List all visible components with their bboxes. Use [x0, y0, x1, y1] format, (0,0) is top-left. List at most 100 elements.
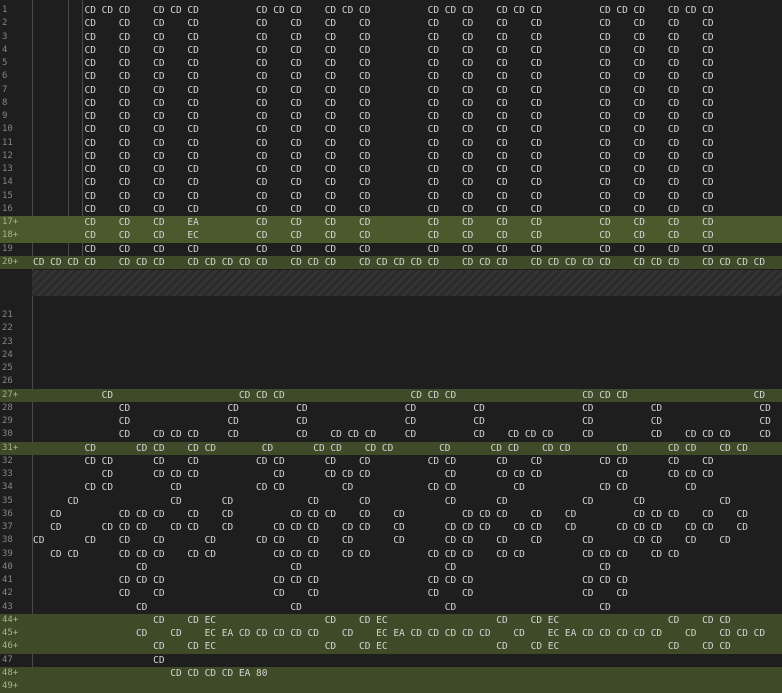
line-content: CD CD CD CD CD CD CD CD CD CD CD CD CD C… [33, 58, 714, 69]
line-content: CD CD CD CD CD CD CD CD CD CD CD CD CD C… [33, 31, 714, 43]
editor-line[interactable]: 43 CD CD CD CD [0, 601, 782, 614]
editor-line[interactable]: 31+ CD CD CD CD CD CD CD CD CD CD CD CD … [0, 441, 782, 455]
editor-line[interactable]: 21 [0, 309, 782, 322]
editor-line[interactable]: 38 CD CD CD CD CD CD CD CD CD CD CD CD CD… [0, 534, 782, 547]
line-content: CD CD CD CD CD CD CD CD CD CD CD CD CD C… [33, 124, 714, 136]
line-number: 12 [2, 150, 13, 161]
line-number: 3 [2, 31, 8, 42]
line-content: CD CD CD CD CD CD CD CD CD CD CD CD CD C… [33, 455, 714, 467]
editor-line[interactable]: 34 CD CD CD CD CD CD CD CD CD CD CD CD [0, 481, 782, 494]
editor-line[interactable]: 29 CD CD CD CD CD CD CD CD [0, 415, 782, 428]
editor-line[interactable]: 41 CD CD CD CD CD CD CD CD CD CD CD CD [0, 574, 782, 587]
editor-line[interactable]: 16 CD CD CD CD CD CD CD CD CD CD CD CD C… [0, 203, 782, 216]
editor-line[interactable]: 2 CD CD CD CD CD CD CD CD CD CD CD CD CD… [0, 17, 782, 30]
editor-line[interactable]: 17+ CD CD CD EA CD CD CD CD CD CD CD CD … [0, 216, 782, 230]
editor-line[interactable]: 5 CD CD CD CD CD CD CD CD CD CD CD CD CD… [0, 57, 782, 70]
line-number: 46+ [2, 641, 19, 652]
editor-line[interactable]: 8 CD CD CD CD CD CD CD CD CD CD CD CD CD… [0, 97, 782, 110]
editor-line[interactable]: 22 [0, 322, 782, 335]
editor-line[interactable]: 32 CD CD CD CD CD CD CD CD CD CD CD CD C… [0, 455, 782, 468]
line-content: CD CD CD CD CD CD CD CD CD CD CD CD [33, 575, 628, 586]
line-number: 7 [2, 84, 8, 95]
editor-line[interactable]: 27+ CD CD CD CD CD CD CD CD CD CD CD [0, 388, 782, 402]
line-content: CD CD EC CD CD EC CD CD EC CD CD CD [33, 641, 731, 653]
line-content: CD CD CD CD CD CD CD CD CD CD CD CD CD C… [33, 190, 714, 202]
editor-line[interactable]: 24 [0, 349, 782, 362]
line-content: CD CD CD CD CD CD CD CD CD CD CD CD CD C… [33, 150, 714, 162]
line-content: CD CD CD CD CD CD CD CD CD CD CD CD CD C… [33, 177, 714, 189]
line-content: CD CD CD CD CD CD CD CD CD CD CD CD CD C… [33, 469, 714, 480]
editor-line[interactable]: 15 CD CD CD CD CD CD CD CD CD CD CD CD C… [0, 190, 782, 203]
line-number: 48+ [2, 667, 19, 678]
line-number: 17+ [2, 217, 19, 227]
editor-line[interactable]: 13 CD CD CD CD CD CD CD CD CD CD CD CD C… [0, 163, 782, 176]
line-number: 44+ [2, 614, 19, 625]
editor-line[interactable]: 3 CD CD CD CD CD CD CD CD CD CD CD CD CD… [0, 31, 782, 44]
editor-line[interactable]: 46+ CD CD EC CD CD EC CD CD EC CD CD CD [0, 640, 782, 654]
line-number: 30 [2, 429, 13, 440]
editor-line[interactable]: 11 CD CD CD CD CD CD CD CD CD CD CD CD C… [0, 137, 782, 150]
editor-line[interactable]: 39 CD CD CD CD CD CD CD CD CD CD CD CD C… [0, 548, 782, 561]
editor-line[interactable]: 42 CD CD CD CD CD CD CD CD [0, 587, 782, 600]
line-content: CD CD CD CD CD CD CD CD [33, 402, 771, 414]
line-number: 23 [2, 336, 13, 347]
line-content: CD CD CD CD [33, 561, 611, 573]
line-content: CD CD CD CD CD CD CD CD CD CD CD CD CD C… [33, 442, 748, 454]
editor-line[interactable]: 20+ CD CD CD CD CD CD CD CD CD CD CD CD C… [0, 255, 782, 269]
line-content: CD CD CD CD CD CD CD CD CD CD CD CD CD C… [33, 429, 771, 441]
editor-line[interactable]: 6 CD CD CD CD CD CD CD CD CD CD CD CD CD… [0, 70, 782, 83]
editor-line[interactable]: 9 CD CD CD CD CD CD CD CD CD CD CD CD CD… [0, 110, 782, 123]
line-number: 1 [2, 5, 8, 15]
editor-line[interactable]: 30 CD CD CD CD CD CD CD CD CD CD CD CD C… [0, 428, 782, 441]
editor-line[interactable]: 37 CD CD CD CD CD CD CD CD CD CD CD CD C… [0, 521, 782, 534]
line-content: CD CD EC EA CD CD CD CD CD CD EC EA CD C… [33, 628, 766, 639]
editor-line[interactable]: 36 CD CD CD CD CD CD CD CD CD CD CD CD C… [0, 508, 782, 521]
line-number: 18+ [2, 230, 19, 241]
editor-line[interactable]: 23 [0, 336, 782, 349]
line-number: 42 [2, 588, 13, 599]
line-number: 14 [2, 177, 13, 188]
editor-line[interactable]: 35 CD CD CD CD CD CD CD CD CD CD [0, 495, 782, 508]
line-number: 47 [2, 654, 13, 665]
editor-line[interactable]: 49+ [0, 680, 782, 693]
line-content: CD CD CD CD CD CD CD CD CD CD CD CD [33, 482, 697, 494]
editor-line[interactable]: 33 CD CD CD CD CD CD CD CD CD CD CD CD C… [0, 468, 782, 481]
line-content: CD CD CD CD CD CD CD CD CD CD CD CD CD C… [33, 203, 714, 215]
line-content: CD CD CD CD CD CD CD CD CD CD CD CD CD C… [33, 84, 714, 96]
line-number: 6 [2, 71, 8, 82]
editor-line[interactable]: 25 [0, 362, 782, 375]
line-content: CD CD CD CD CD CD CD CD CD CD CD CD CD C… [33, 111, 714, 122]
line-content: CD CD CD CD CD CD CD CD CD CD CD [33, 389, 766, 401]
editor-line[interactable]: 45+ CD CD EC EA CD CD CD CD CD CD EC EA … [0, 627, 782, 641]
line-number: 25 [2, 363, 13, 373]
editor-line[interactable]: 4 CD CD CD CD CD CD CD CD CD CD CD CD CD… [0, 44, 782, 57]
editor-line[interactable]: 1 CD CD CD CD CD CD CD CD CD CD CD CD CD… [0, 4, 782, 17]
editor-line[interactable]: 28 CD CD CD CD CD CD CD CD [0, 402, 782, 415]
diff-editor[interactable]: 1 CD CD CD CD CD CD CD CD CD CD CD CD CD… [0, 0, 782, 693]
editor-line[interactable]: 12 CD CD CD CD CD CD CD CD CD CD CD CD C… [0, 150, 782, 163]
line-content: CD CD CD EC CD CD CD CD CD CD CD CD CD C… [33, 230, 714, 242]
editor-line[interactable]: 48+ CD CD CD CD EA 80 [0, 666, 782, 680]
line-number: 10 [2, 124, 13, 135]
editor-line[interactable]: 47 CD [0, 654, 782, 667]
line-content: CD CD CD CD CD CD CD CD CD CD CD CD CD C… [33, 44, 714, 56]
editor-line[interactable]: 19 CD CD CD CD CD CD CD CD CD CD CD CD C… [0, 243, 782, 256]
line-number: 39 [2, 548, 13, 559]
editor-line[interactable]: 18+ CD CD CD EC CD CD CD CD CD CD CD CD … [0, 229, 782, 243]
line-content: CD CD CD CD EA 80 [33, 667, 268, 679]
line-number: 41 [2, 575, 13, 585]
editor-line[interactable]: 14 CD CD CD CD CD CD CD CD CD CD CD CD C… [0, 176, 782, 189]
editor-line[interactable]: 40 CD CD CD CD [0, 561, 782, 574]
line-number: 2 [2, 18, 8, 29]
editor-line[interactable]: 44+ CD CD EC CD CD EC CD CD EC CD CD CD [0, 613, 782, 627]
line-number: 24 [2, 349, 13, 360]
line-number: 16 [2, 203, 13, 214]
line-number: 21 [2, 310, 13, 320]
line-number: 40 [2, 561, 13, 572]
editor-line[interactable]: 26 [0, 375, 782, 388]
editor-line[interactable]: 10 CD CD CD CD CD CD CD CD CD CD CD CD C… [0, 123, 782, 136]
editor-line[interactable]: 7 CD CD CD CD CD CD CD CD CD CD CD CD CD… [0, 84, 782, 97]
line-number: 34 [2, 482, 13, 493]
line-content: CD CD EC CD CD EC CD CD EC CD CD CD [33, 614, 731, 626]
line-content: CD CD CD CD CD CD CD CD CD CD CD CD CD C… [33, 164, 714, 175]
